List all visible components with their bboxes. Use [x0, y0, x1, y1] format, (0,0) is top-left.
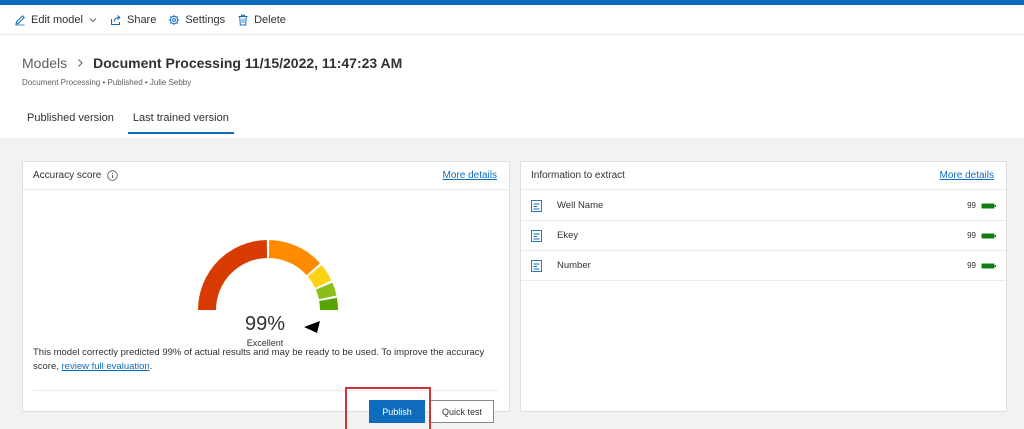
accuracy-score-card: Accuracy score More details 99% Excellen… [22, 161, 510, 429]
accuracy-card-header: Accuracy score More details [23, 162, 509, 190]
review-full-evaluation-link[interactable]: review full evaluation [62, 361, 150, 372]
field-confidence-value: 99 [967, 231, 976, 240]
quick-test-button[interactable]: Quick test [430, 400, 494, 423]
list-item[interactable]: Number 99 [521, 251, 1006, 281]
info-card-header: Information to extract More details [521, 162, 1006, 190]
gauge-segment-red [198, 240, 268, 310]
field-confidence-value: 99 [967, 201, 976, 210]
share-button[interactable]: Share [110, 14, 156, 26]
trash-icon [238, 14, 248, 25]
accuracy-card-title: Accuracy score [33, 170, 102, 181]
pencil-icon [15, 14, 25, 25]
information-to-extract-card: Information to extract More details Well… [520, 161, 1007, 412]
chevron-right-icon [78, 59, 83, 67]
field-list: Well Name 99 Ekey 99 Number 99 [521, 191, 1006, 281]
edit-model-button[interactable]: Edit model [14, 14, 98, 26]
confidence-bar-icon [981, 203, 996, 208]
document-field-icon [531, 229, 542, 242]
field-name: Ekey [557, 230, 579, 241]
breadcrumb-models-link[interactable]: Models [22, 55, 67, 71]
page-header: Models Document Processing 11/15/2022, 1… [22, 55, 402, 87]
gauge-segment-green [319, 297, 338, 310]
confidence-bar-icon [981, 233, 996, 238]
document-field-icon [531, 199, 542, 212]
accuracy-gauge: 99% Excellent [198, 240, 338, 348]
gauge-pointer-icon [304, 321, 320, 333]
accuracy-more-details-link[interactable]: More details [443, 170, 497, 181]
delete-button[interactable]: Delete [237, 14, 286, 26]
confidence-bar-icon [981, 263, 996, 268]
publish-button[interactable]: Publish [369, 400, 425, 423]
field-confidence-value: 99 [967, 261, 976, 270]
share-label: Share [126, 13, 157, 26]
card-divider [33, 390, 498, 391]
page-title: Document Processing 11/15/2022, 11:47:23… [93, 55, 403, 71]
list-item[interactable]: Well Name 99 [521, 191, 1006, 221]
gear-icon [169, 14, 180, 25]
field-name: Well Name [557, 200, 604, 211]
edit-model-label: Edit model [31, 13, 83, 26]
info-icon[interactable] [107, 170, 119, 181]
delete-label: Delete [254, 13, 286, 26]
info-card-title: Information to extract [531, 170, 625, 181]
gauge-arcs [198, 240, 338, 310]
breadcrumb: Models Document Processing 11/15/2022, 1… [22, 55, 402, 71]
document-field-icon [531, 259, 542, 272]
tab-last-trained-version[interactable]: Last trained version [127, 110, 234, 134]
tab-published-version[interactable]: Published version [22, 110, 119, 134]
settings-label: Settings [185, 13, 226, 26]
accuracy-score-value: 99% [245, 313, 285, 335]
accuracy-description: This model correctly predicted 99% of ac… [33, 346, 503, 374]
field-name: Number [557, 260, 591, 271]
chevron-down-icon[interactable] [88, 15, 98, 25]
model-status-line: Document Processing • Published • Julie … [22, 78, 192, 87]
gauge-segment-orange [268, 240, 321, 276]
command-bar: Edit model Share Settings Delete [0, 5, 1024, 35]
version-tabs: Published version Last trained version [22, 110, 243, 134]
share-icon [110, 14, 121, 25]
accuracy-description-suffix: . [149, 361, 153, 372]
content-area: Accuracy score More details 99% Excellen… [0, 138, 1024, 429]
info-more-details-link[interactable]: More details [940, 170, 994, 181]
settings-button[interactable]: Settings [168, 14, 225, 26]
list-item[interactable]: Ekey 99 [521, 221, 1006, 251]
